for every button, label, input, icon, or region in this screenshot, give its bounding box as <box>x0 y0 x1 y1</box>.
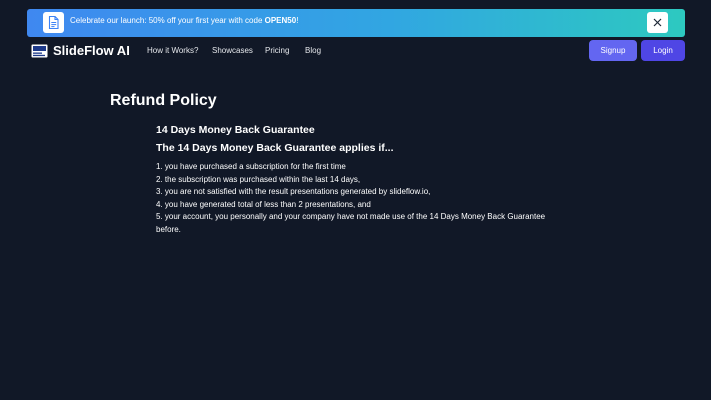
slideflow-logo-icon[interactable] <box>31 44 48 58</box>
condition-item: 5. your account, you personally and your… <box>156 212 546 234</box>
condition-item: 4. you have generated total of less than… <box>156 199 371 209</box>
nav-link-blog[interactable]: Blog <box>305 46 321 55</box>
nav-link-showcases[interactable]: Showcases <box>212 46 253 55</box>
banner-message-text: Celebrate our launch: 50% off your first… <box>70 16 265 25</box>
banner-message-suffix: ! <box>296 16 299 25</box>
close-banner-button[interactable] <box>647 12 668 33</box>
page-title: Refund Policy <box>110 92 217 109</box>
top-navigation: SlideFlow AI How it Works? Showcases Pri… <box>0 40 711 62</box>
guarantee-heading: 14 Days Money Back Guarantee <box>156 124 315 136</box>
announcement-banner: Celebrate our launch: 50% off your first… <box>27 9 685 37</box>
login-button[interactable]: Login <box>641 40 685 61</box>
banner-message: Celebrate our launch: 50% off your first… <box>70 16 298 25</box>
applies-heading: The 14 Days Money Back Guarantee applies… <box>156 142 394 154</box>
promo-code: OPEN50 <box>264 16 297 25</box>
condition-item: 2. the subscription was purchased within… <box>156 174 361 184</box>
close-icon <box>653 18 662 27</box>
document-icon <box>43 12 64 33</box>
condition-item: 1. you have purchased a subscription for… <box>156 162 346 171</box>
nav-link-how-it-works[interactable]: How it Works? <box>147 46 198 55</box>
conditions-list: 1. you have purchased a subscription for… <box>156 161 556 236</box>
signup-button[interactable]: Signup <box>589 40 637 61</box>
brand-name[interactable]: SlideFlow AI <box>53 43 130 58</box>
condition-item: 3. you are not satisfied with the result… <box>156 187 431 196</box>
nav-link-pricing[interactable]: Pricing <box>265 46 289 55</box>
